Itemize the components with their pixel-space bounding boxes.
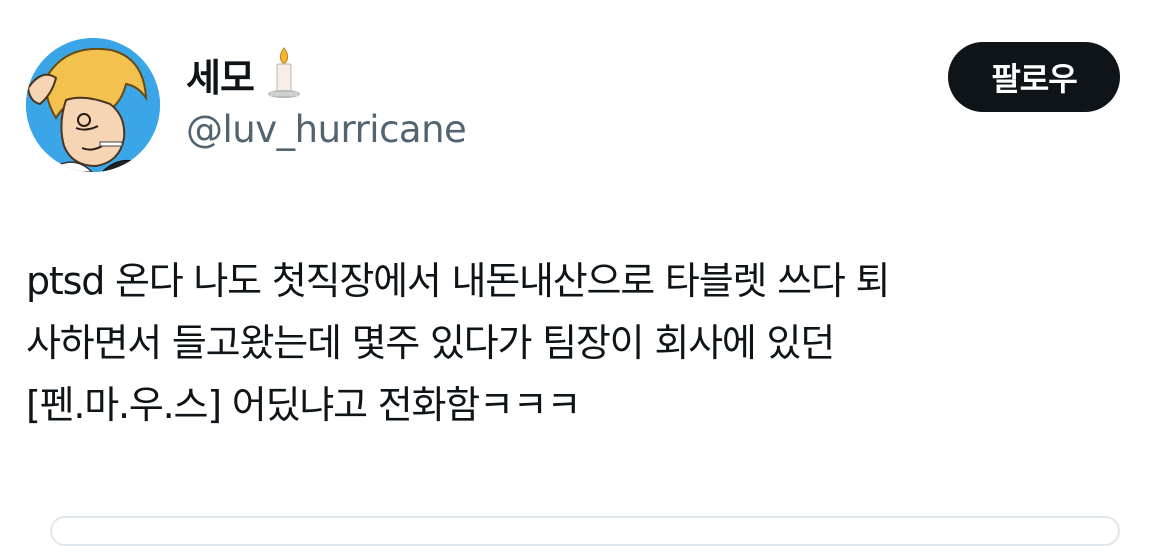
quoted-card-edge[interactable] [50, 516, 1120, 546]
user-name-block: 세모 @luv_hurricane [186, 44, 467, 151]
tweet-text-line: ptsd 온다 나도 첫직장에서 내돈내산으로 타블렛 쓰다 퇴 [26, 259, 890, 303]
tweet-text: ptsd 온다 나도 첫직장에서 내돈내산으로 타블렛 쓰다 퇴 사하면서 들고… [26, 250, 1146, 436]
display-name-row: 세모 [186, 44, 466, 104]
display-name[interactable]: 세모 [186, 47, 255, 102]
follow-button[interactable]: 팔로우 [948, 42, 1120, 112]
tweet-text-line: 사하면서 들고왔는데 몇주 있다가 팀장이 회사에 있던 [26, 321, 835, 365]
avatar[interactable] [26, 38, 160, 172]
tweet-header: 세모 @luv_hurricane 팔로우 [26, 38, 1120, 172]
candle-icon [262, 46, 306, 102]
tweet-text-line: [펜.마.우.스] 어딨냐고 전화함ㅋㅋㅋ [26, 383, 581, 427]
avatar-illustration [26, 38, 160, 172]
user-handle[interactable]: @luv_hurricane [186, 108, 467, 151]
